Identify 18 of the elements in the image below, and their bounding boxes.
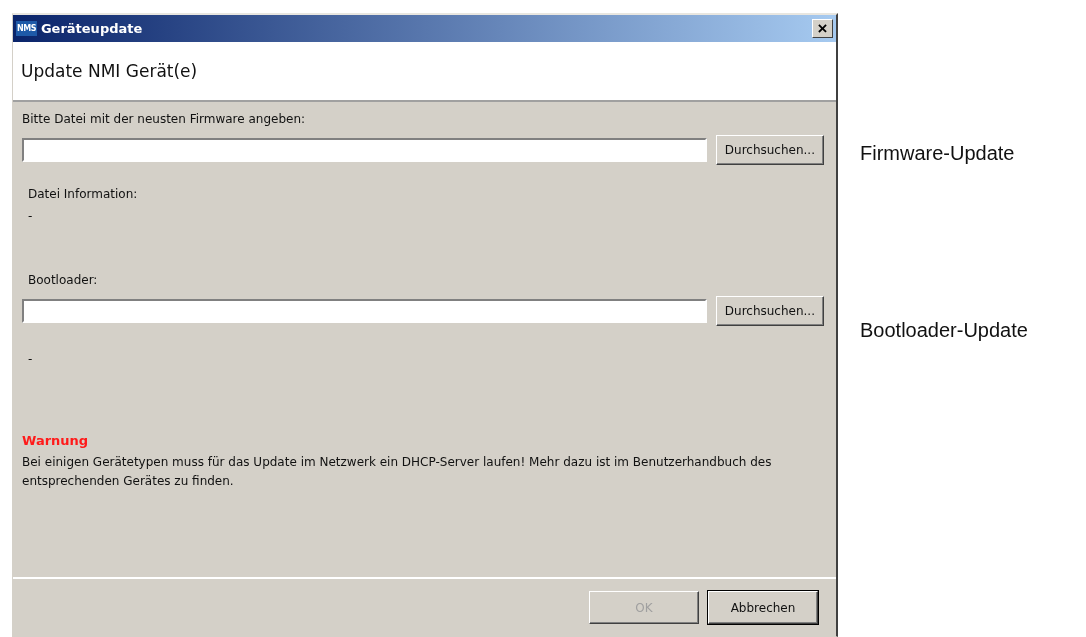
field-label: Bootloader:: [28, 273, 98, 287]
close-button[interactable]: ×: [812, 19, 833, 38]
warning-text: Bei einigen Gerätetypen muss für das Update im Netzwerk ein DHCP-Server laufen! Mehr dazu ist im Benutzerhandbuch des entsprechenden Gerätes zu finden.: [22, 454, 773, 490]
header-title: Update NMI Gerät(e): [21, 61, 198, 81]
cancel-button[interactable]: Abbrechen: [708, 591, 818, 624]
browse-button[interactable]: Durchsuchen...: [715, 296, 824, 326]
info-value: -: [28, 209, 33, 223]
field-label: Bitte Datei mit der neusten Firmware angeben:: [22, 112, 306, 126]
firmware-path-field[interactable]: [22, 138, 707, 162]
annotation-label: Bootloader-Update: [860, 319, 1028, 342]
annotation-label: Firmware-Update: [860, 142, 1015, 165]
info-value: -: [28, 352, 33, 366]
window-title: Geräteupdate: [40, 21, 144, 36]
warning-title: Warnung: [22, 433, 89, 448]
app-logo-icon: NMS: [16, 21, 37, 36]
browse-button[interactable]: Durchsuchen...: [715, 135, 824, 165]
info-label: Datei Information:: [28, 187, 138, 201]
bootloader-path-field[interactable]: [22, 299, 707, 323]
